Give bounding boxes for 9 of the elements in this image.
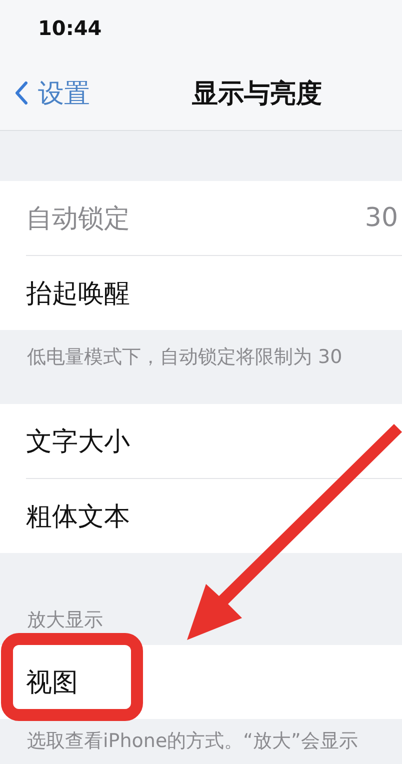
settings-row[interactable]: 抬起唤醒 [26, 256, 402, 330]
back-button[interactable]: 设置 [0, 76, 90, 110]
status-time: 10:44 [38, 16, 102, 40]
section-header: 放大显示 [27, 608, 103, 633]
section-footer: 选取查看iPhone的方式。“放大”会显示 [27, 730, 358, 752]
section-footer: 低电量模式下，自动锁定将限制为 30 [27, 346, 342, 368]
settings-row[interactable]: 粗体文本 [26, 479, 402, 553]
back-chevron-icon [14, 81, 28, 105]
page-title: 显示与亮度 [192, 78, 322, 110]
